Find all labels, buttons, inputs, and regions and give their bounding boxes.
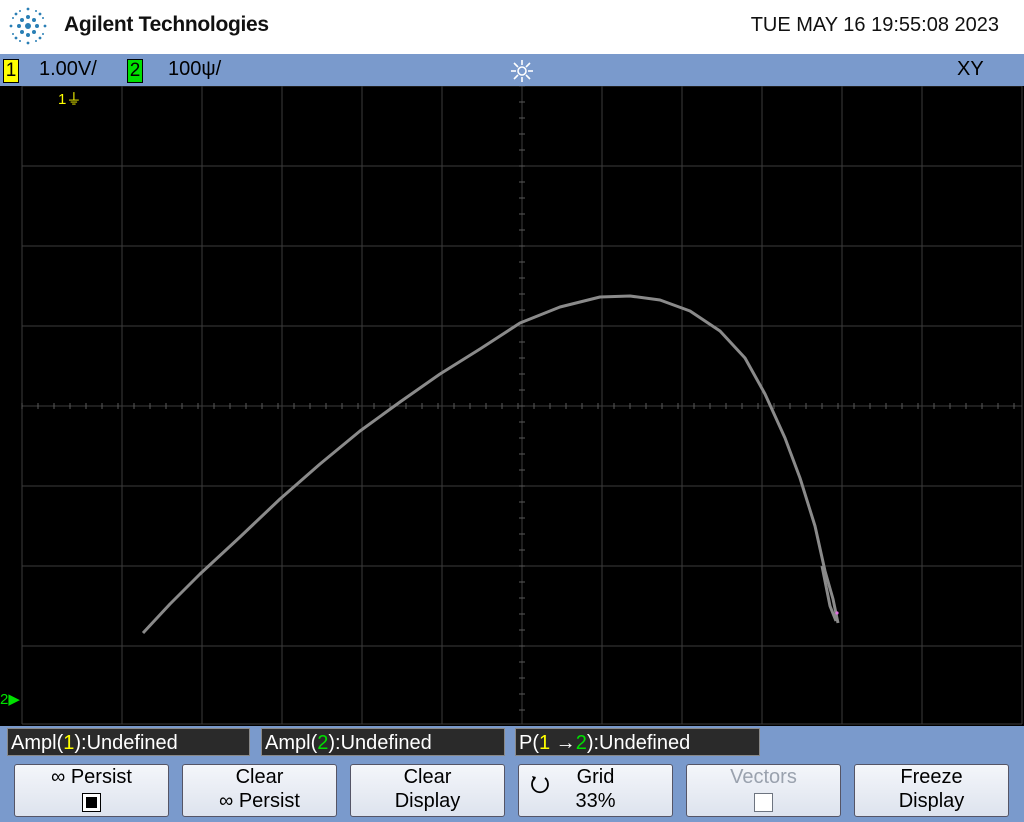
measurement-bar: Ampl(1):Undefined Ampl(2):Undefined P(1 …	[0, 726, 1024, 759]
softkey-bar: ∞ Persist Clear ∞ Persist Clear Display …	[0, 759, 1024, 822]
measurement-ampl-1[interactable]: Ampl(1):Undefined	[7, 728, 250, 756]
vectors-button: Vectors	[686, 764, 841, 817]
brand-name: Agilent Technologies	[64, 13, 269, 36]
clear-display-button[interactable]: Clear Display	[350, 764, 505, 817]
rotate-knob-icon	[531, 776, 549, 794]
freeze-display-button[interactable]: Freeze Display	[854, 764, 1009, 817]
channel-2-badge[interactable]: 2	[127, 59, 143, 83]
xy-trace	[141, 294, 840, 635]
channel-2-scale: 100ψ/	[168, 58, 222, 80]
ground-arrow-icon: ▶	[8, 691, 20, 708]
status-bar: 1 1.00V/ 2 100ψ/ XY	[0, 54, 1024, 86]
infinite-persist-button[interactable]: ∞ Persist	[14, 764, 169, 817]
measurement-phase-1-2[interactable]: P(1 →2):Undefined	[515, 728, 760, 756]
agilent-logo-icon	[9, 7, 47, 45]
timebase-mode[interactable]: XY	[957, 58, 984, 81]
vectors-checkbox	[754, 793, 773, 813]
graticule	[21, 86, 1023, 725]
channel-2-ground-marker[interactable]: 2▶	[0, 690, 20, 708]
waveform-display: 1⏚ 2▶	[0, 86, 1024, 726]
grid-intensity-button[interactable]: Grid 33%	[518, 764, 673, 817]
measurement-ampl-2[interactable]: Ampl(2):Undefined	[261, 728, 505, 756]
persist-checkbox	[82, 793, 101, 813]
date-time: TUE MAY 16 19:55:08 2023	[750, 14, 999, 36]
channel-1-scale: 1.00V/	[39, 58, 97, 80]
clear-persist-button[interactable]: Clear ∞ Persist	[182, 764, 337, 817]
ground-icon: ⏚	[66, 91, 82, 108]
channel-1-ground-marker[interactable]: 1⏚	[58, 88, 81, 109]
header-bar: Agilent Technologies TUE MAY 16 19:55:08…	[0, 0, 1024, 54]
channel-1-badge[interactable]: 1	[3, 59, 19, 83]
acquisition-run-icon	[511, 60, 533, 82]
